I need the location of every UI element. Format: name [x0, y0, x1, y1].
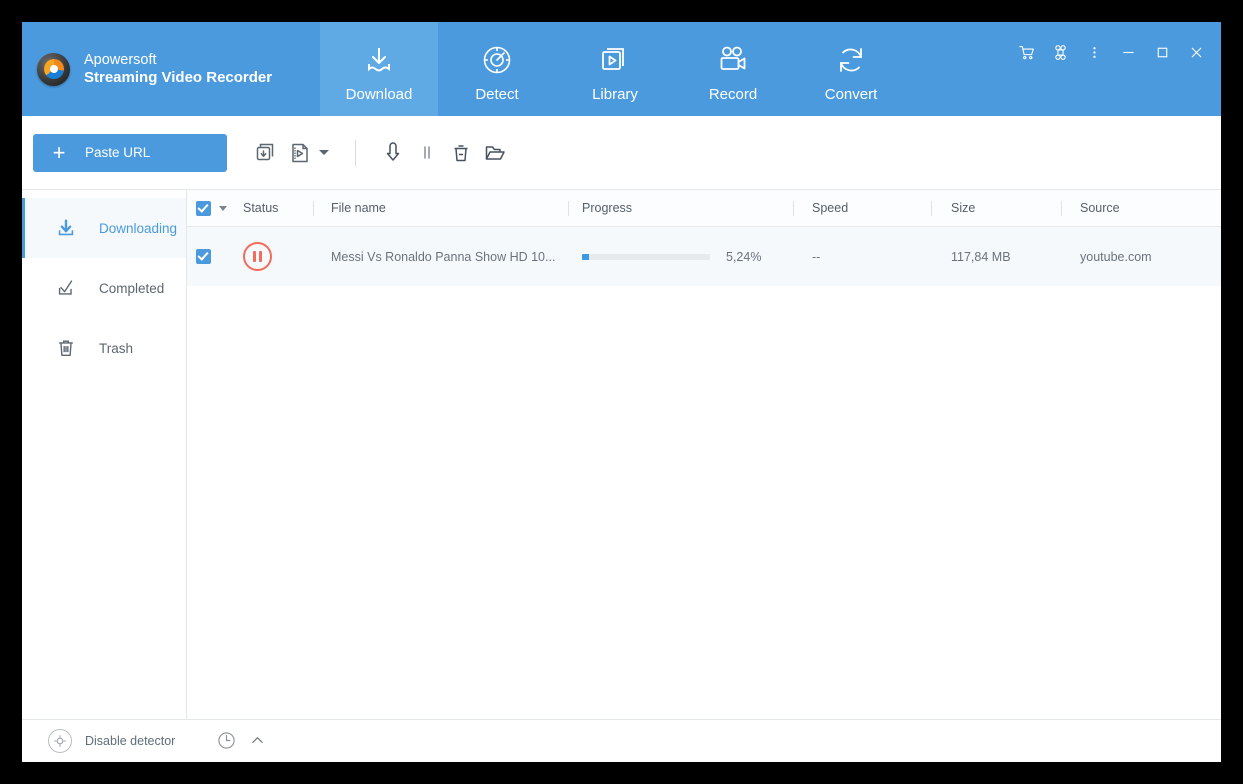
record-camera-icon	[716, 40, 750, 80]
sidebar-item-downloading[interactable]: Downloading	[22, 198, 186, 258]
tab-library[interactable]: Library	[556, 22, 674, 116]
sidebar: Downloading Completed Trash	[22, 190, 187, 719]
tab-detect-label: Detect	[475, 85, 519, 103]
main-nav: Download Detect Library Record Convert	[320, 22, 910, 116]
sidebar-item-trash-label: Trash	[99, 340, 134, 356]
more-options-icon[interactable]	[1079, 38, 1109, 66]
detect-radar-icon	[480, 40, 514, 80]
header-divider	[793, 200, 794, 216]
row-file-name: Messi Vs Ronaldo Panna Show HD 10...	[331, 249, 556, 264]
pause-download-icon[interactable]	[410, 136, 444, 170]
brand: Apowersoft Streaming Video Recorder	[22, 22, 320, 116]
header-divider	[1061, 200, 1062, 216]
select-all-checkbox[interactable]	[195, 200, 211, 216]
progress-percent-label: 5,24%	[726, 249, 762, 264]
maximize-icon[interactable]	[1147, 38, 1177, 66]
cart-icon[interactable]	[1011, 38, 1041, 66]
library-play-icon	[598, 40, 632, 80]
toolbar: + Paste URL	[22, 116, 1221, 190]
download-tray-icon	[362, 40, 396, 80]
tab-download-label: Download	[345, 85, 413, 103]
video-format-icon[interactable]	[283, 136, 317, 170]
plus-icon: +	[52, 139, 66, 165]
check-tray-icon	[55, 277, 85, 299]
tab-record[interactable]: Record	[674, 22, 792, 116]
column-header-source: Source	[1080, 201, 1120, 215]
tab-record-label: Record	[708, 85, 758, 103]
brand-company: Apowersoft	[84, 51, 157, 68]
minimize-icon[interactable]	[1113, 38, 1143, 66]
disable-detector-label[interactable]: Disable detector	[85, 734, 175, 748]
column-header-status: Status	[243, 201, 279, 215]
table-row[interactable]: Messi Vs Ronaldo Panna Show HD 10... 5,2…	[187, 227, 1221, 286]
download-arrow-icon	[55, 217, 85, 239]
select-all-dropdown-caret[interactable]	[219, 205, 227, 211]
table-header: Status File name Progress Speed Size Sou…	[187, 190, 1221, 227]
open-folder-icon[interactable]	[478, 136, 512, 170]
sidebar-item-completed-label: Completed	[99, 280, 165, 296]
row-speed: --	[812, 249, 821, 264]
paste-url-label: Paste URL	[85, 145, 151, 160]
column-header-size: Size	[951, 201, 976, 215]
apps-grid-icon[interactable]	[1045, 38, 1075, 66]
tab-convert[interactable]: Convert	[792, 22, 910, 116]
window-controls	[1011, 38, 1211, 66]
sidebar-item-trash[interactable]: Trash	[22, 318, 186, 378]
row-checkbox[interactable]	[195, 249, 211, 264]
app-window: Apowersoft Streaming Video Recorder Down…	[22, 22, 1221, 762]
clock-icon[interactable]	[217, 731, 236, 750]
start-download-icon[interactable]	[376, 136, 410, 170]
header-divider	[931, 200, 932, 216]
toolbar-divider	[355, 139, 356, 166]
paste-url-button[interactable]: + Paste URL	[33, 133, 227, 172]
column-header-speed: Speed	[812, 201, 849, 215]
chevron-up-icon[interactable]	[250, 733, 265, 748]
brand-product: Streaming Video Recorder	[84, 68, 273, 86]
trash-icon	[55, 337, 85, 359]
column-header-progress: Progress	[582, 201, 633, 215]
delete-icon[interactable]	[444, 136, 478, 170]
download-list-panel: Status File name Progress Speed Size Sou…	[187, 190, 1221, 719]
body-area: Downloading Completed Trash Status File …	[22, 190, 1221, 719]
close-icon[interactable]	[1181, 38, 1211, 66]
app-header: Apowersoft Streaming Video Recorder Down…	[22, 22, 1221, 116]
header-divider	[313, 200, 314, 216]
row-source: youtube.com	[1080, 249, 1152, 264]
tab-convert-label: Convert	[824, 85, 878, 103]
tab-detect[interactable]: Detect	[438, 22, 556, 116]
header-divider	[568, 200, 569, 216]
progress-bar	[582, 253, 710, 260]
tab-library-label: Library	[592, 85, 638, 103]
format-dropdown-caret[interactable]	[319, 150, 329, 155]
sidebar-item-downloading-label: Downloading	[99, 220, 178, 236]
sidebar-item-completed[interactable]: Completed	[22, 258, 186, 318]
convert-refresh-icon	[834, 40, 868, 80]
tab-download[interactable]: Download	[320, 22, 438, 116]
row-size: 117,84 MB	[951, 249, 1011, 264]
detector-target-icon[interactable]	[48, 728, 72, 753]
pause-status-icon[interactable]	[243, 242, 272, 271]
batch-download-icon[interactable]	[249, 136, 283, 170]
apowersoft-logo-icon	[37, 52, 70, 86]
status-bar: Disable detector	[22, 719, 1221, 761]
column-header-file-name: File name	[331, 201, 386, 215]
